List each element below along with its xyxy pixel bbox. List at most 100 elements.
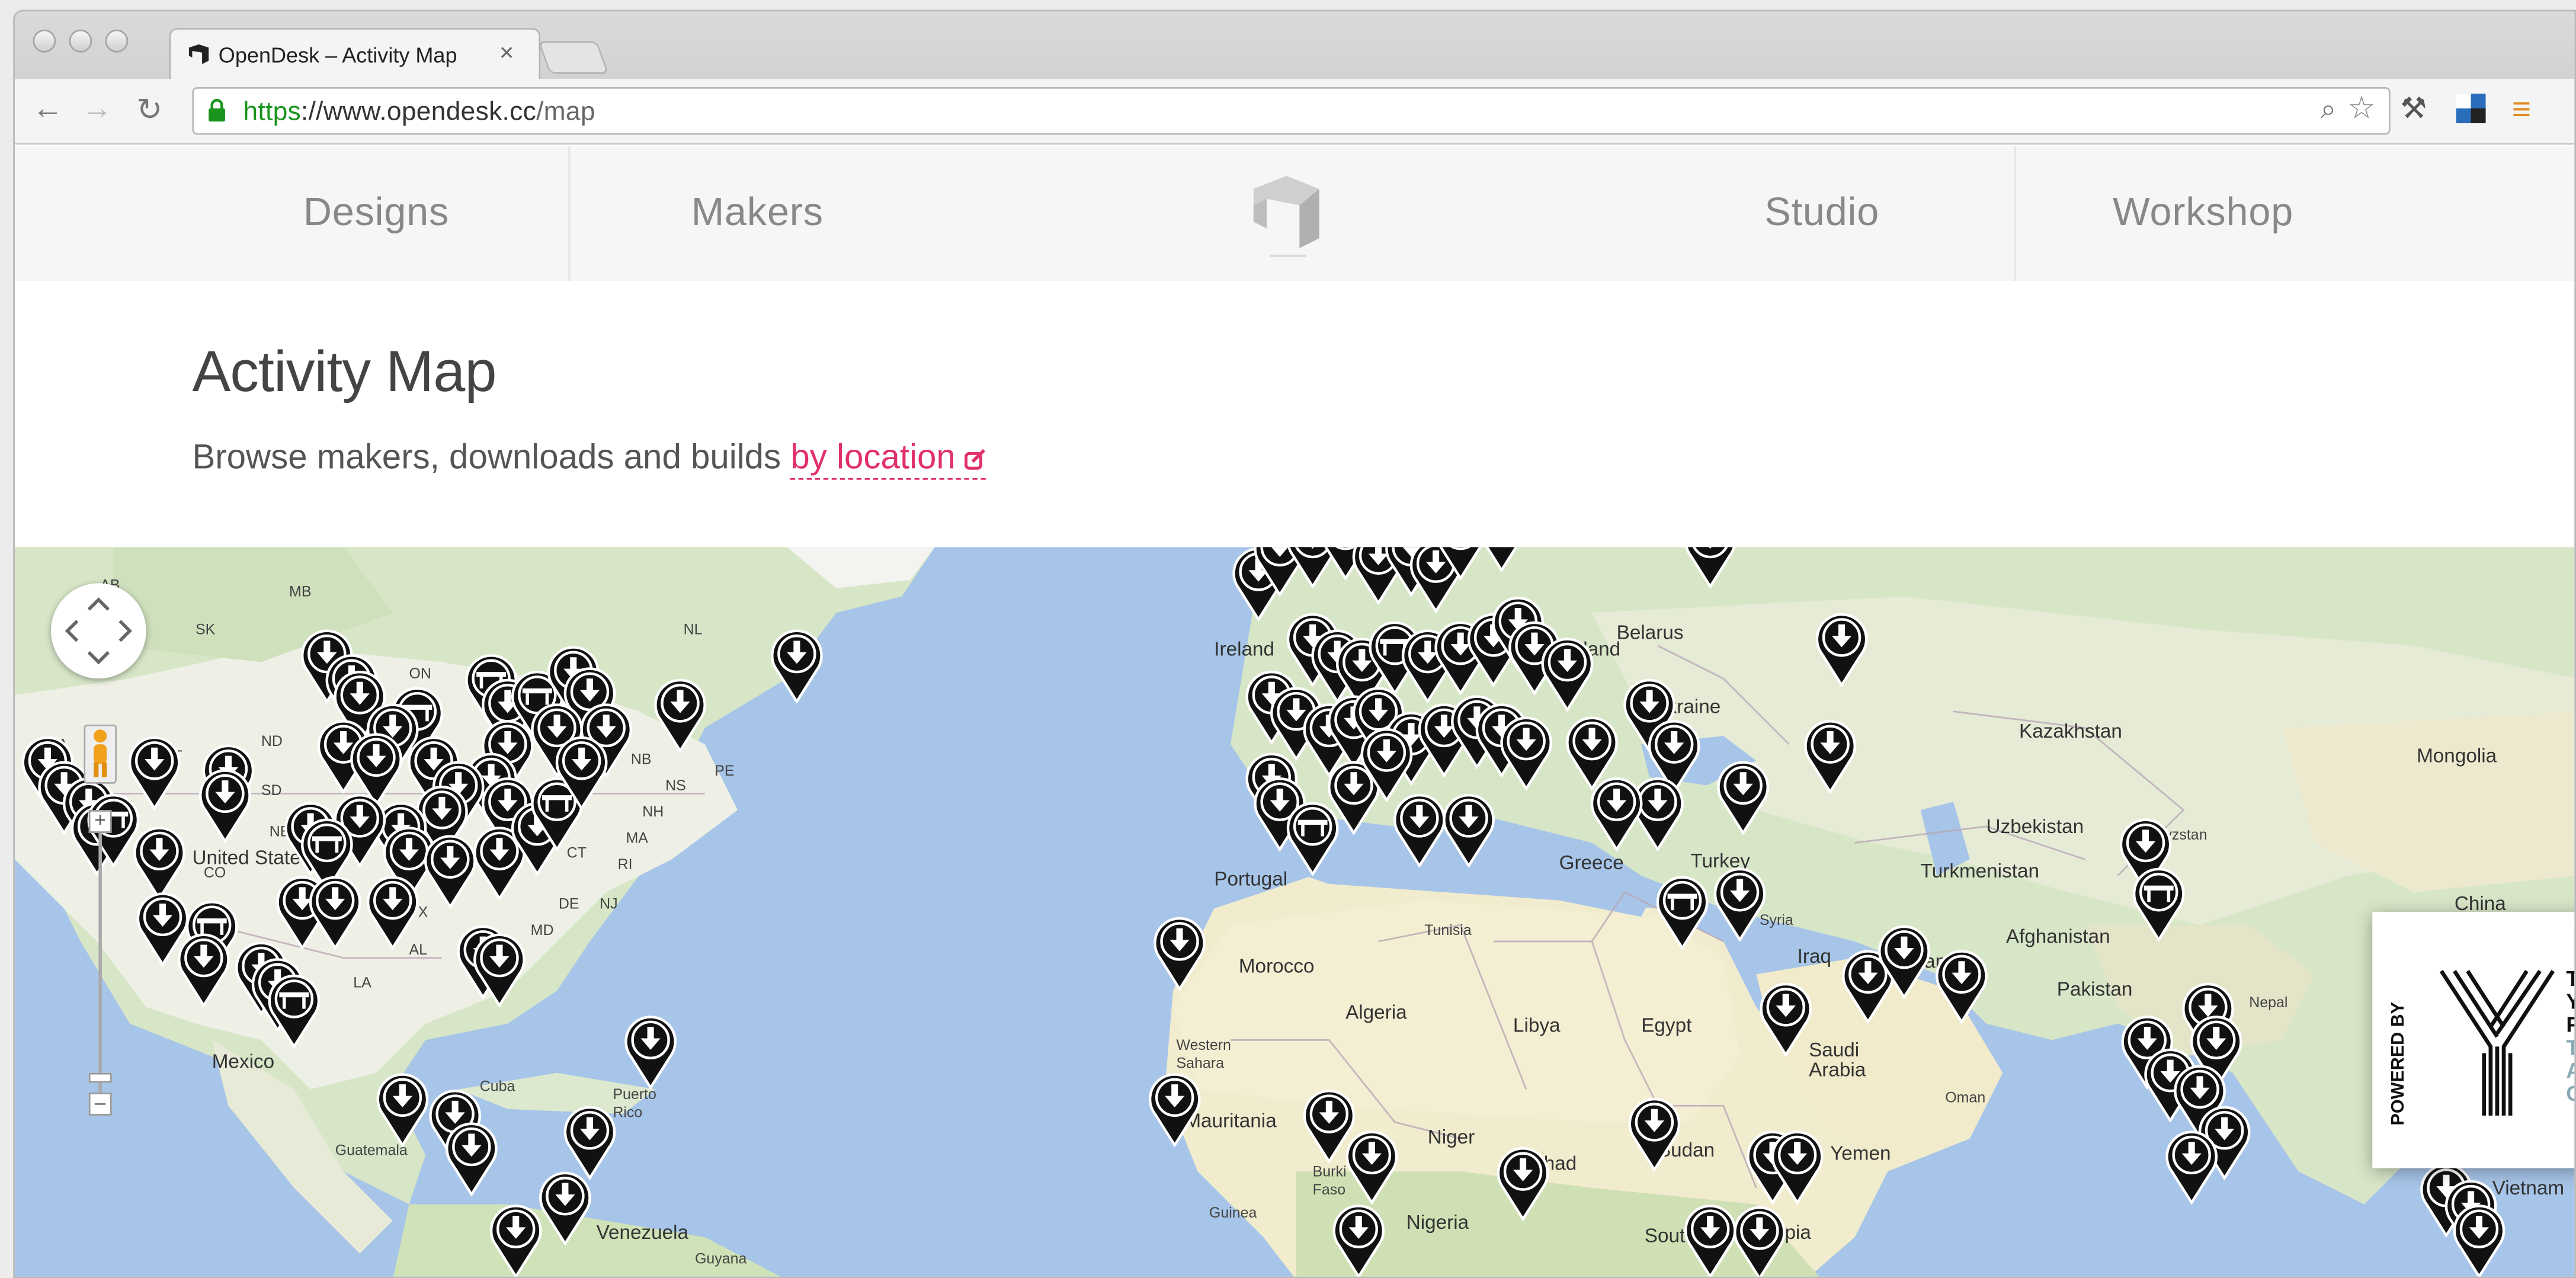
- map-marker[interactable]: [1539, 636, 1595, 712]
- map-marker[interactable]: [1683, 547, 1738, 588]
- powered-by-badge[interactable]: POWERED BY T Y F T A C: [2372, 912, 2575, 1168]
- forward-arrow-icon[interactable]: →: [77, 92, 117, 128]
- map-marker[interactable]: [1588, 776, 1644, 851]
- url-protocol: https: [243, 98, 301, 127]
- map-marker[interactable]: [127, 735, 182, 811]
- map-label-puerto-rico: Puerto Rico: [613, 1085, 656, 1121]
- map-label-niger: Niger: [1427, 1125, 1475, 1149]
- map-marker[interactable]: [1715, 759, 1771, 835]
- street-view-pegman[interactable]: [84, 724, 117, 784]
- map-marker[interactable]: [176, 931, 232, 1007]
- map-label-co: CO: [203, 864, 226, 881]
- map-marker[interactable]: [1758, 981, 1814, 1057]
- map-marker[interactable]: [1654, 874, 1710, 950]
- map-marker[interactable]: [1344, 1129, 1399, 1205]
- wrench-extension-icon[interactable]: ⚒: [2400, 92, 2427, 126]
- window-controls: [33, 29, 129, 53]
- nav-makers[interactable]: Makers: [593, 146, 922, 281]
- map-label-nl: NL: [683, 621, 703, 638]
- map-marker[interactable]: [1732, 1205, 1787, 1278]
- browser-tab-strip: OpenDesk – Activity Map ×: [14, 11, 2575, 81]
- map-marker[interactable]: [1802, 718, 1858, 794]
- map-label-ns: NS: [665, 777, 686, 794]
- opendesk-logo-icon[interactable]: [1247, 166, 1329, 261]
- map-marker[interactable]: [197, 767, 253, 843]
- opendesk-favicon-icon: [188, 44, 209, 65]
- nav-designs[interactable]: Designs: [212, 146, 541, 281]
- by-location-link[interactable]: by location: [790, 438, 987, 480]
- map-label-saudi-arabia: Saudi Arabia: [1809, 1038, 1866, 1081]
- url-path: /map: [536, 98, 595, 127]
- map-marker[interactable]: [1441, 792, 1497, 868]
- map-marker[interactable]: [1498, 715, 1554, 790]
- partner-letter: F: [2566, 1013, 2574, 1037]
- map-label-guinea: Guinea: [1209, 1204, 1257, 1221]
- zoom-out-button[interactable]: –: [88, 1093, 112, 1116]
- pegman-icon: [94, 729, 107, 777]
- partner-letter: A: [2566, 1059, 2574, 1083]
- pan-arrows-icon: [65, 597, 132, 665]
- map-marker[interactable]: [623, 1014, 678, 1090]
- map-marker[interactable]: [554, 735, 610, 811]
- map-marker[interactable]: [537, 1170, 593, 1245]
- reload-icon[interactable]: ↻: [130, 92, 169, 130]
- map-marker[interactable]: [562, 1104, 617, 1180]
- map-marker[interactable]: [1683, 1203, 1738, 1278]
- map-zoom-control[interactable]: + –: [88, 810, 112, 1139]
- map-marker[interactable]: [2131, 866, 2187, 941]
- back-arrow-icon[interactable]: ←: [28, 92, 68, 128]
- map-marker[interactable]: [132, 825, 187, 901]
- map-label-on: ON: [409, 665, 431, 682]
- by-location-label: by location: [790, 438, 956, 477]
- map-marker[interactable]: [1770, 1129, 1825, 1205]
- map-label-libya: Libya: [1513, 1013, 1561, 1037]
- map-label-belarus: Belarus: [1616, 621, 1684, 645]
- map-label-kazakhstan: Kazakhstan: [2019, 719, 2122, 743]
- map-marker[interactable]: [1626, 1096, 1682, 1172]
- map-marker[interactable]: [1331, 1203, 1386, 1278]
- map-marker[interactable]: [488, 1203, 544, 1278]
- extension-icon[interactable]: [2455, 92, 2487, 133]
- map-marker[interactable]: [1495, 1145, 1550, 1221]
- map-marker[interactable]: [472, 931, 527, 1007]
- menu-icon[interactable]: ≡: [2512, 92, 2531, 130]
- nav-workshop[interactable]: Workshop: [2039, 146, 2367, 281]
- map-marker[interactable]: [307, 874, 363, 950]
- map-marker[interactable]: [1712, 866, 1767, 941]
- map-marker[interactable]: [365, 874, 421, 950]
- map-marker[interactable]: [1392, 792, 1447, 868]
- map-marker[interactable]: [1473, 547, 1529, 572]
- activity-map[interactable]: Ireland Poland Belarus Ukraine Kazakhsta…: [14, 547, 2575, 1278]
- minimize-window-button[interactable]: [69, 29, 92, 53]
- browser-tab-active[interactable]: OpenDesk – Activity Map ×: [169, 28, 541, 81]
- map-marker[interactable]: [422, 833, 478, 909]
- zoom-slider-track[interactable]: [98, 832, 102, 1096]
- zoom-window-button[interactable]: [105, 29, 129, 53]
- close-window-button[interactable]: [33, 29, 56, 53]
- zoom-slider-handle[interactable]: [88, 1072, 112, 1083]
- map-label-pakistan: Pakistan: [2056, 977, 2133, 1001]
- map-pan-control[interactable]: [50, 583, 146, 679]
- magnifier-icon[interactable]: ⌕: [2321, 94, 2336, 126]
- address-bar[interactable]: https://www.opendesk.cc/map ⌕ ☆: [192, 87, 2391, 135]
- map-marker[interactable]: [1359, 726, 1414, 802]
- map-marker[interactable]: [1147, 1071, 1203, 1147]
- zoom-in-button[interactable]: +: [88, 810, 112, 833]
- bookmark-star-icon[interactable]: ☆: [2347, 91, 2375, 129]
- map-marker[interactable]: [374, 1071, 430, 1147]
- tab-close-icon[interactable]: ×: [499, 40, 514, 68]
- map-marker[interactable]: [1814, 611, 1869, 687]
- map-label-morocco: Morocco: [1238, 955, 1315, 978]
- map-marker[interactable]: [2164, 1129, 2219, 1205]
- map-marker[interactable]: [266, 973, 322, 1049]
- map-marker[interactable]: [1876, 923, 1932, 999]
- map-label-cuba: Cuba: [479, 1078, 515, 1094]
- new-tab-button[interactable]: [537, 41, 609, 74]
- map-marker[interactable]: [444, 1120, 499, 1196]
- map-marker[interactable]: [769, 627, 825, 703]
- map-marker[interactable]: [2451, 1203, 2507, 1278]
- map-marker[interactable]: [652, 677, 708, 753]
- map-marker[interactable]: [1152, 915, 1207, 991]
- map-marker[interactable]: [1934, 948, 1989, 1024]
- nav-studio[interactable]: Studio: [1658, 146, 1987, 281]
